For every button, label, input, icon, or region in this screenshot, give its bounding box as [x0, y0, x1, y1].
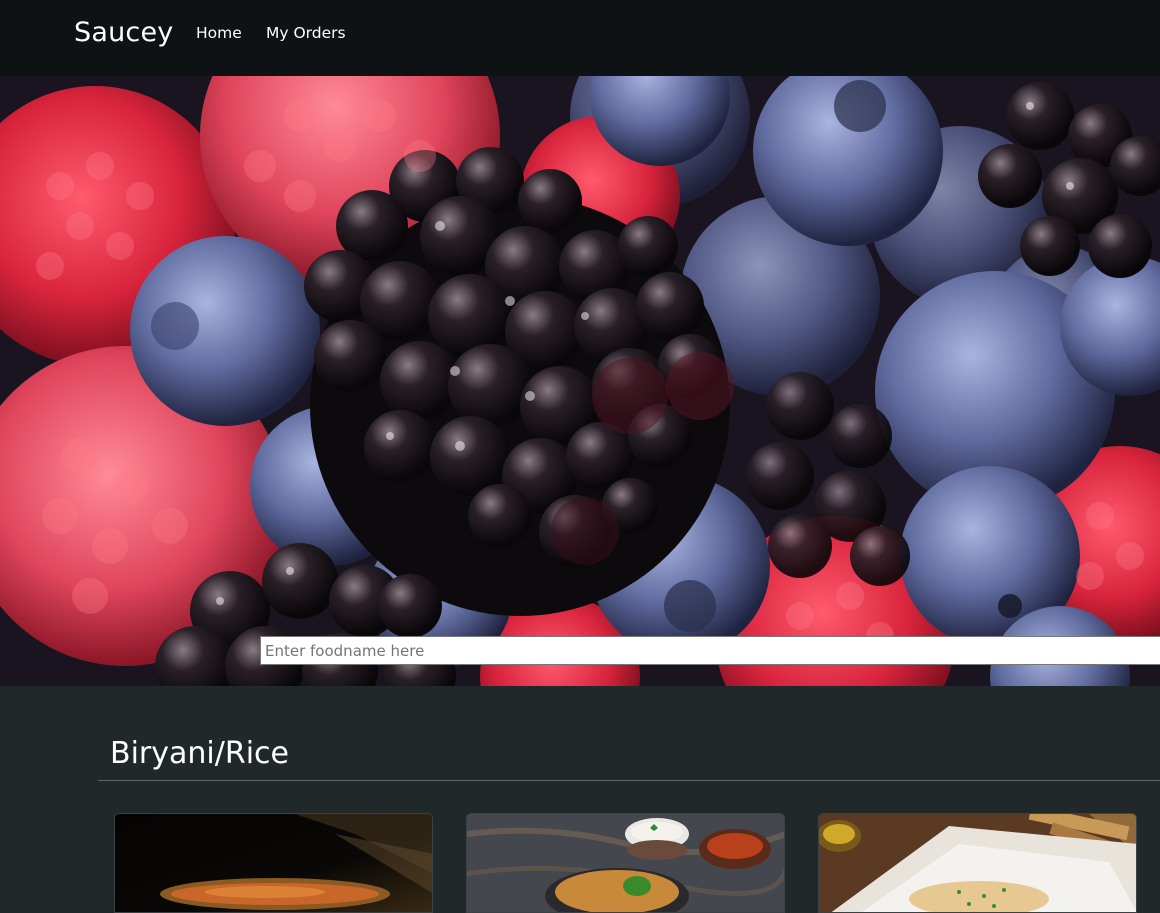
section-title: Biryani/Rice — [110, 736, 289, 771]
food-card-3[interactable] — [818, 813, 1137, 913]
nav-link-home[interactable]: Home — [196, 22, 242, 44]
nav-link-my-orders[interactable]: My Orders — [266, 22, 346, 44]
brand-logo[interactable]: Saucey — [74, 14, 173, 52]
navbar: Saucey Home My Orders — [0, 0, 1160, 76]
berries-hero-image — [0, 76, 1160, 686]
hero-banner — [0, 76, 1160, 686]
food-search-input[interactable] — [260, 636, 1160, 665]
food-card-1-image — [115, 814, 432, 912]
food-card-3-image — [819, 814, 1136, 912]
food-card-2[interactable] — [466, 813, 785, 913]
food-card-2-image — [467, 814, 784, 912]
food-card-1[interactable] — [114, 813, 433, 913]
section-divider — [98, 780, 1160, 781]
